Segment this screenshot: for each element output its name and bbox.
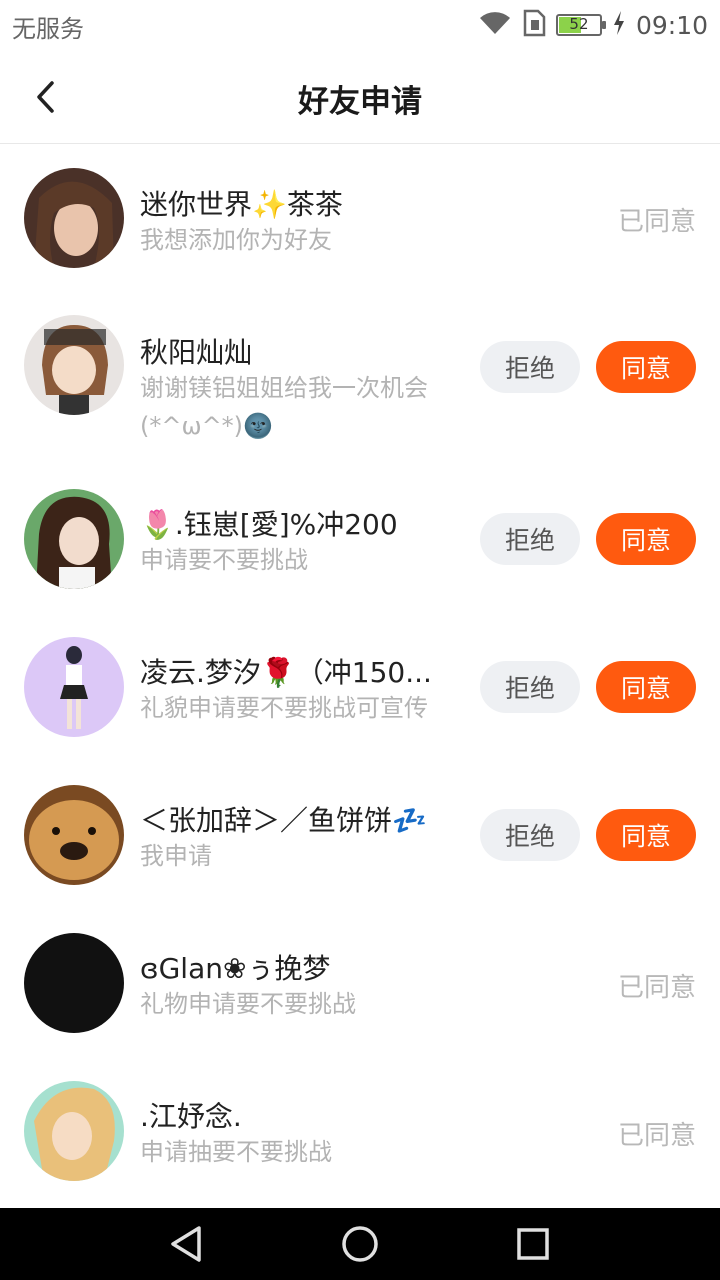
battery-icon: 52	[555, 14, 606, 36]
requester-name: ɞGlan❀ぅ挽梦	[140, 952, 331, 985]
home-circle-icon	[342, 1226, 378, 1262]
carrier-text: 无服务	[12, 15, 84, 43]
requester-name: 秋阳灿灿	[140, 336, 253, 369]
accept-button[interactable]: 同意	[596, 513, 696, 565]
accept-button[interactable]: 同意	[596, 809, 696, 861]
requester-name: .江妤念.	[140, 1100, 242, 1133]
request-message: 申请要不要挑战	[140, 546, 308, 574]
reject-button[interactable]: 拒绝	[480, 661, 580, 713]
status-accepted-label: 已同意	[617, 1121, 696, 1151]
list-item: 🌷.钰崽[愛]%冲200 申请要不要挑战 拒绝 同意	[0, 489, 720, 637]
requester-name: 🌷.钰崽[愛]%冲200	[140, 508, 398, 541]
avatar[interactable]	[24, 315, 124, 415]
nav-home-button[interactable]	[330, 1214, 390, 1274]
list-item: 迷你世界✨茶茶 我想添加你为好友 已同意	[0, 145, 720, 293]
status-accepted-label: 已同意	[617, 207, 696, 237]
system-nav-bar	[0, 1208, 720, 1280]
reject-button[interactable]: 拒绝	[480, 341, 580, 393]
request-message: 礼物申请要不要挑战	[140, 990, 356, 1018]
nav-back-button[interactable]	[157, 1214, 217, 1274]
avatar[interactable]	[24, 933, 124, 1033]
status-accepted-label: 已同意	[617, 973, 696, 1003]
list-item: 凌云.梦汐🌹（冲150... 礼貌申请要不要挑战可宣传 拒绝 同意	[0, 637, 720, 785]
avatar[interactable]	[24, 489, 124, 589]
friend-request-list: 迷你世界✨茶茶 我想添加你为好友 已同意 秋阳灿灿 谢谢镁铝姐姐给我一次机会(*…	[0, 145, 720, 1229]
requester-name: 迷你世界✨茶茶	[140, 188, 343, 221]
page-header: 好友申请	[0, 50, 720, 144]
avatar[interactable]	[24, 637, 124, 737]
requester-name: ＜张加辞＞／鱼饼饼💤	[140, 804, 427, 837]
request-message: 礼貌申请要不要挑战可宣传	[140, 694, 428, 722]
list-item: ɞGlan❀ぅ挽梦 礼物申请要不要挑战 已同意	[0, 933, 720, 1081]
accept-button[interactable]: 同意	[596, 661, 696, 713]
nav-recents-button[interactable]	[503, 1214, 563, 1274]
list-item: ＜张加辞＞／鱼饼饼💤 我申请 拒绝 同意	[0, 785, 720, 933]
status-icons: 52 09:10	[478, 8, 708, 42]
reject-button[interactable]: 拒绝	[480, 809, 580, 861]
request-message: 我想添加你为好友	[140, 226, 332, 254]
avatar[interactable]	[24, 785, 124, 885]
sim-icon	[522, 9, 546, 41]
avatar[interactable]	[24, 168, 124, 268]
status-bar: 无服务 52 09:10	[0, 0, 720, 50]
accept-button[interactable]: 同意	[596, 341, 696, 393]
avatar[interactable]	[24, 1081, 124, 1181]
clock: 09:10	[635, 10, 708, 40]
request-message: 我申请	[140, 842, 212, 870]
battery-level: 52	[569, 15, 589, 33]
reject-button[interactable]: 拒绝	[480, 513, 580, 565]
request-message: 谢谢镁铝姐姐给我一次机会(*^ω^*)🌚	[140, 374, 428, 440]
request-message: 申请抽要不要挑战	[140, 1138, 332, 1166]
recents-square-icon	[517, 1228, 550, 1260]
wifi-icon	[478, 10, 512, 40]
charging-icon	[612, 10, 626, 40]
back-triangle-icon	[170, 1226, 201, 1262]
list-item: .江妤念. 申请抽要不要挑战 已同意	[0, 1081, 720, 1229]
page-title: 好友申请	[298, 84, 422, 120]
requester-name: 凌云.梦汐🌹（冲150...	[140, 656, 432, 689]
list-item: 秋阳灿灿 谢谢镁铝姐姐给我一次机会(*^ω^*)🌚 拒绝 同意	[0, 293, 720, 489]
